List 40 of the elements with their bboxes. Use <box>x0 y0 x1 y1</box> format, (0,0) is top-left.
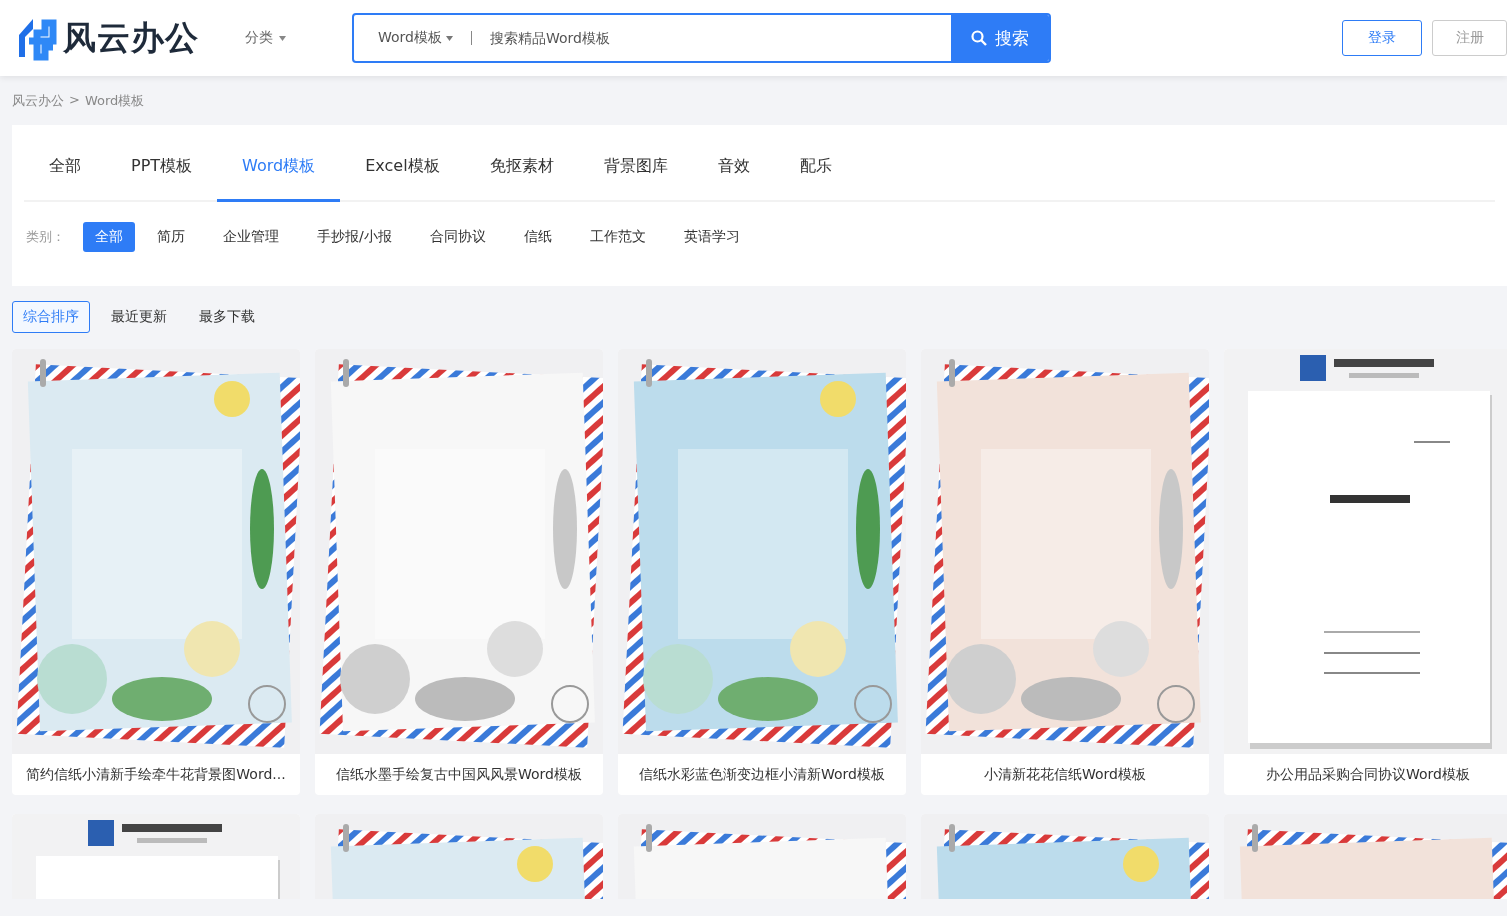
template-title[interactable]: 简约信纸小清新手绘牵牛花背景图Word... <box>12 754 300 795</box>
category-tab[interactable]: PPT模板 <box>106 125 218 202</box>
search-button[interactable]: 搜索 <box>951 15 1049 61</box>
template-card[interactable]: 信纸水墨手绘复古中国风风景Word模板 <box>315 349 603 795</box>
filter-option[interactable]: 信纸 <box>511 222 564 252</box>
category-tab[interactable]: Word模板 <box>217 125 341 202</box>
category-tab[interactable]: Excel模板 <box>340 125 465 202</box>
filter-option[interactable]: 英语学习 <box>671 222 752 252</box>
filter-option[interactable]: 手抄报/小报 <box>305 222 404 252</box>
category-tab[interactable]: 背景图库 <box>578 125 693 202</box>
category-menu[interactable]: 分类 <box>245 29 352 47</box>
sort-option[interactable]: 最近更新 <box>100 301 178 333</box>
filter-option[interactable]: 全部 <box>83 222 135 252</box>
category-tab[interactable]: 全部 <box>24 125 106 202</box>
template-card[interactable]: 简约信纸小清新手绘牵牛花背景图Word... <box>12 349 300 795</box>
breadcrumb-separator: > <box>69 92 80 109</box>
template-title[interactable]: 办公用品采购合同协议Word模板 <box>1224 754 1507 795</box>
category-tab[interactable]: 音效 <box>692 125 775 202</box>
search-icon <box>971 30 987 46</box>
template-card[interactable]: 信纸水彩蓝色渐变边框小清新Word模板 <box>618 349 906 795</box>
filter-option[interactable]: 合同协议 <box>417 222 498 252</box>
category-tab[interactable]: 免抠素材 <box>464 125 579 202</box>
filter-option[interactable]: 工作范文 <box>577 222 658 252</box>
site-logo[interactable]: 风云办公 <box>63 15 199 61</box>
category-tab[interactable]: 配乐 <box>774 125 857 202</box>
search-scope-dropdown[interactable]: Word模板 <box>354 29 453 47</box>
template-title[interactable]: 信纸水彩蓝色渐变边框小清新Word模板 <box>618 754 906 795</box>
caret-icon <box>279 35 286 41</box>
login-button[interactable]: 登录 <box>1342 20 1422 56</box>
filter-option[interactable]: 简历 <box>145 222 197 252</box>
search-bar[interactable]: Word模板 搜索精品Word模板 搜索 <box>352 13 1051 63</box>
template-title[interactable]: 信纸水墨手绘复古中国风风景Word模板 <box>315 754 603 795</box>
sort-option[interactable]: 综合排序 <box>12 301 90 333</box>
filter-option[interactable]: 企业管理 <box>211 222 291 252</box>
filter-label: 类别： <box>26 228 65 246</box>
caret-icon <box>446 35 453 41</box>
template-card[interactable]: 小清新花花信纸Word模板 <box>921 349 1209 795</box>
sort-option[interactable]: 最多下载 <box>188 301 266 333</box>
template-card[interactable]: 办公用品采购合同协议Word模板 <box>1224 349 1507 795</box>
template-title[interactable]: 小清新花花信纸Word模板 <box>921 754 1209 795</box>
